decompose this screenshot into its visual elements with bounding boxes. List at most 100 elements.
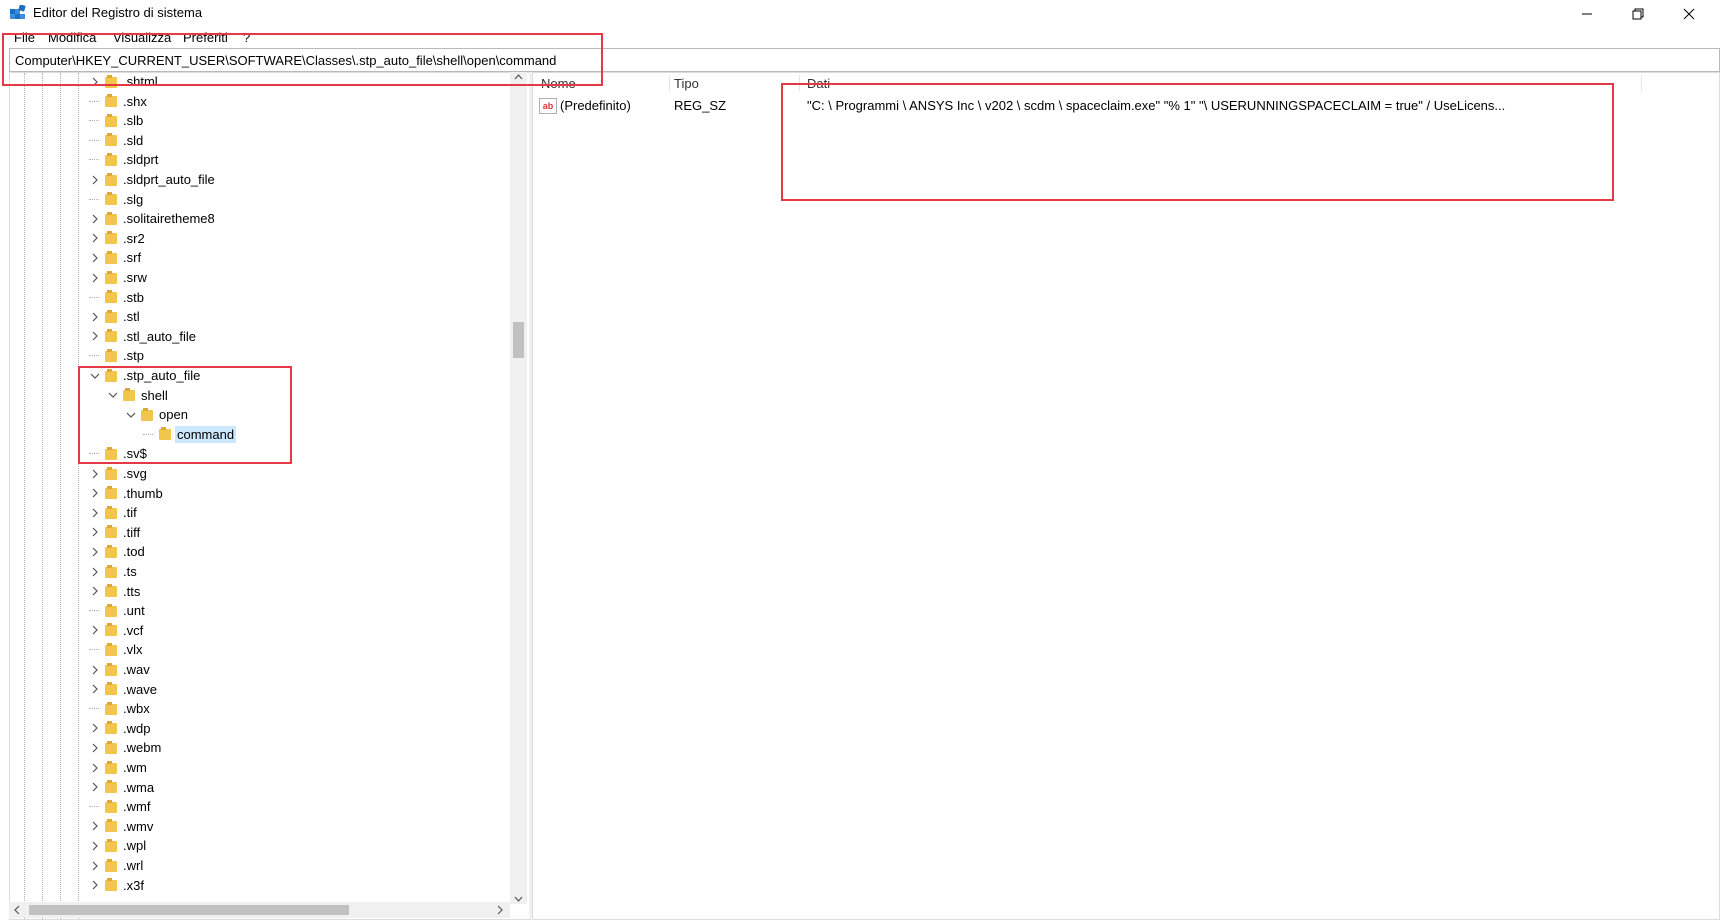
- tree-connector: [88, 153, 102, 167]
- tree-node[interactable]: .wm: [88, 758, 149, 777]
- folder-icon: [105, 642, 117, 657]
- chevron-right-icon[interactable]: [88, 584, 102, 598]
- tree-node[interactable]: .wma: [88, 778, 156, 797]
- close-button[interactable]: [1666, 0, 1712, 27]
- tree-node[interactable]: .tiff: [88, 523, 142, 542]
- restore-button[interactable]: [1615, 0, 1661, 27]
- tree-node[interactable]: .wave: [88, 680, 159, 699]
- tree-node-label: .wav: [123, 662, 150, 677]
- folder-icon: [105, 662, 117, 677]
- column-separator[interactable]: [669, 75, 670, 91]
- minimize-button[interactable]: [1564, 0, 1610, 27]
- tree-node[interactable]: .vlx: [88, 640, 145, 659]
- tree-node-label: .tif: [123, 505, 137, 521]
- tree-node[interactable]: .webm: [88, 738, 163, 757]
- tree-vertical-scrollbar[interactable]: [510, 72, 527, 904]
- tree-node[interactable]: .shx: [88, 92, 149, 111]
- folder-icon: [105, 133, 117, 147]
- chevron-right-icon[interactable]: [88, 231, 102, 245]
- chevron-right-icon[interactable]: [88, 663, 102, 677]
- tree-node[interactable]: .vcf: [88, 621, 145, 640]
- tree-node[interactable]: .svg: [88, 464, 149, 483]
- tree-node[interactable]: .thumb: [88, 484, 165, 503]
- folder-icon: [105, 152, 117, 167]
- chevron-right-icon[interactable]: [88, 623, 102, 637]
- tree-node[interactable]: .wmf: [88, 797, 152, 816]
- tree-node-label: .ts: [123, 564, 137, 579]
- tree-connector: [88, 133, 102, 147]
- chevron-right-icon[interactable]: [88, 819, 102, 833]
- tree-node-label: .tiff: [123, 524, 141, 540]
- tree-horizontal-scrollbar[interactable]: [9, 902, 510, 918]
- chevron-right-icon[interactable]: [88, 761, 102, 775]
- chevron-right-icon[interactable]: [88, 721, 102, 735]
- folder-icon: [105, 838, 117, 853]
- scroll-left-icon[interactable]: [12, 905, 22, 915]
- chevron-right-icon[interactable]: [88, 310, 102, 324]
- scroll-right-icon[interactable]: [495, 905, 505, 915]
- tree-guide: [60, 73, 61, 919]
- tree-node[interactable]: .sldprt: [88, 150, 160, 169]
- tree-node[interactable]: .sld: [88, 131, 145, 150]
- tree-node[interactable]: .slb: [88, 111, 145, 130]
- tree-node[interactable]: .sr2: [88, 229, 147, 248]
- scroll-down-icon[interactable]: [513, 894, 524, 904]
- tree-node[interactable]: .sldprt_auto_file: [88, 170, 217, 189]
- tree-node[interactable]: .tts: [88, 582, 142, 601]
- tree-node-label: .vcf: [123, 622, 144, 638]
- tree-guide: [24, 73, 25, 919]
- chevron-right-icon[interactable]: [88, 212, 102, 226]
- tree-node-label: .slg: [123, 191, 144, 207]
- chevron-right-icon[interactable]: [88, 329, 102, 343]
- chevron-right-icon[interactable]: [88, 780, 102, 794]
- tree-node[interactable]: .stl: [88, 307, 142, 326]
- chevron-right-icon[interactable]: [88, 467, 102, 481]
- tree-node[interactable]: .ts: [88, 562, 139, 581]
- folder-icon: [105, 505, 117, 520]
- tree-node[interactable]: .wpl: [88, 836, 148, 855]
- tree-node-label: .srw: [123, 270, 147, 285]
- tree-horizontal-scroll-thumb[interactable]: [29, 905, 349, 915]
- column-header-type[interactable]: Tipo: [674, 76, 699, 91]
- tree-node[interactable]: .wmv: [88, 817, 155, 836]
- tree-node[interactable]: .tod: [88, 542, 147, 561]
- chevron-right-icon[interactable]: [88, 839, 102, 853]
- chevron-right-icon[interactable]: [88, 486, 102, 500]
- chevron-right-icon[interactable]: [88, 878, 102, 892]
- tree-node[interactable]: .wav: [88, 660, 152, 679]
- folder-icon: [105, 721, 117, 735]
- tree-node[interactable]: .wrl: [88, 856, 145, 875]
- chevron-right-icon[interactable]: [88, 682, 102, 696]
- tree-node[interactable]: .stb: [88, 288, 146, 307]
- tree-node[interactable]: .stp: [88, 346, 146, 365]
- chevron-right-icon[interactable]: [88, 271, 102, 285]
- tree-node[interactable]: .tif: [88, 503, 139, 522]
- tree-vertical-scroll-thumb[interactable]: [513, 322, 524, 358]
- tree-node[interactable]: .slg: [88, 190, 145, 209]
- chevron-right-icon[interactable]: [88, 173, 102, 187]
- key-tree[interactable]: .shtml .shx .slb .sld .sldprt .sldprt_auto_fi…: [9, 72, 531, 920]
- folder-icon: [105, 172, 117, 187]
- chevron-right-icon[interactable]: [88, 565, 102, 579]
- tree-node[interactable]: .solitairetheme8: [88, 209, 217, 228]
- tree-node[interactable]: .srw: [88, 268, 149, 287]
- chevron-right-icon[interactable]: [88, 506, 102, 520]
- chevron-right-icon[interactable]: [88, 251, 102, 265]
- folder-icon: [105, 309, 117, 324]
- tree-node[interactable]: .x3f: [88, 876, 146, 895]
- folder-icon: [105, 544, 117, 559]
- tree-connector: [88, 114, 102, 128]
- column-separator[interactable]: [1641, 75, 1642, 91]
- chevron-right-icon[interactable]: [88, 741, 102, 755]
- tree-node[interactable]: .unt: [88, 601, 147, 620]
- folder-icon: [105, 94, 117, 108]
- tree-node[interactable]: .srf: [88, 248, 143, 267]
- tree-node[interactable]: .stl_auto_file: [88, 327, 198, 346]
- chevron-right-icon[interactable]: [88, 545, 102, 559]
- restore-icon: [1632, 8, 1644, 19]
- tree-node[interactable]: .wbx: [88, 699, 152, 718]
- chevron-right-icon[interactable]: [88, 859, 102, 873]
- tree-node-label: .sldprt_auto_file: [123, 172, 215, 187]
- chevron-right-icon[interactable]: [88, 525, 102, 539]
- tree-node[interactable]: .wdp: [88, 719, 152, 738]
